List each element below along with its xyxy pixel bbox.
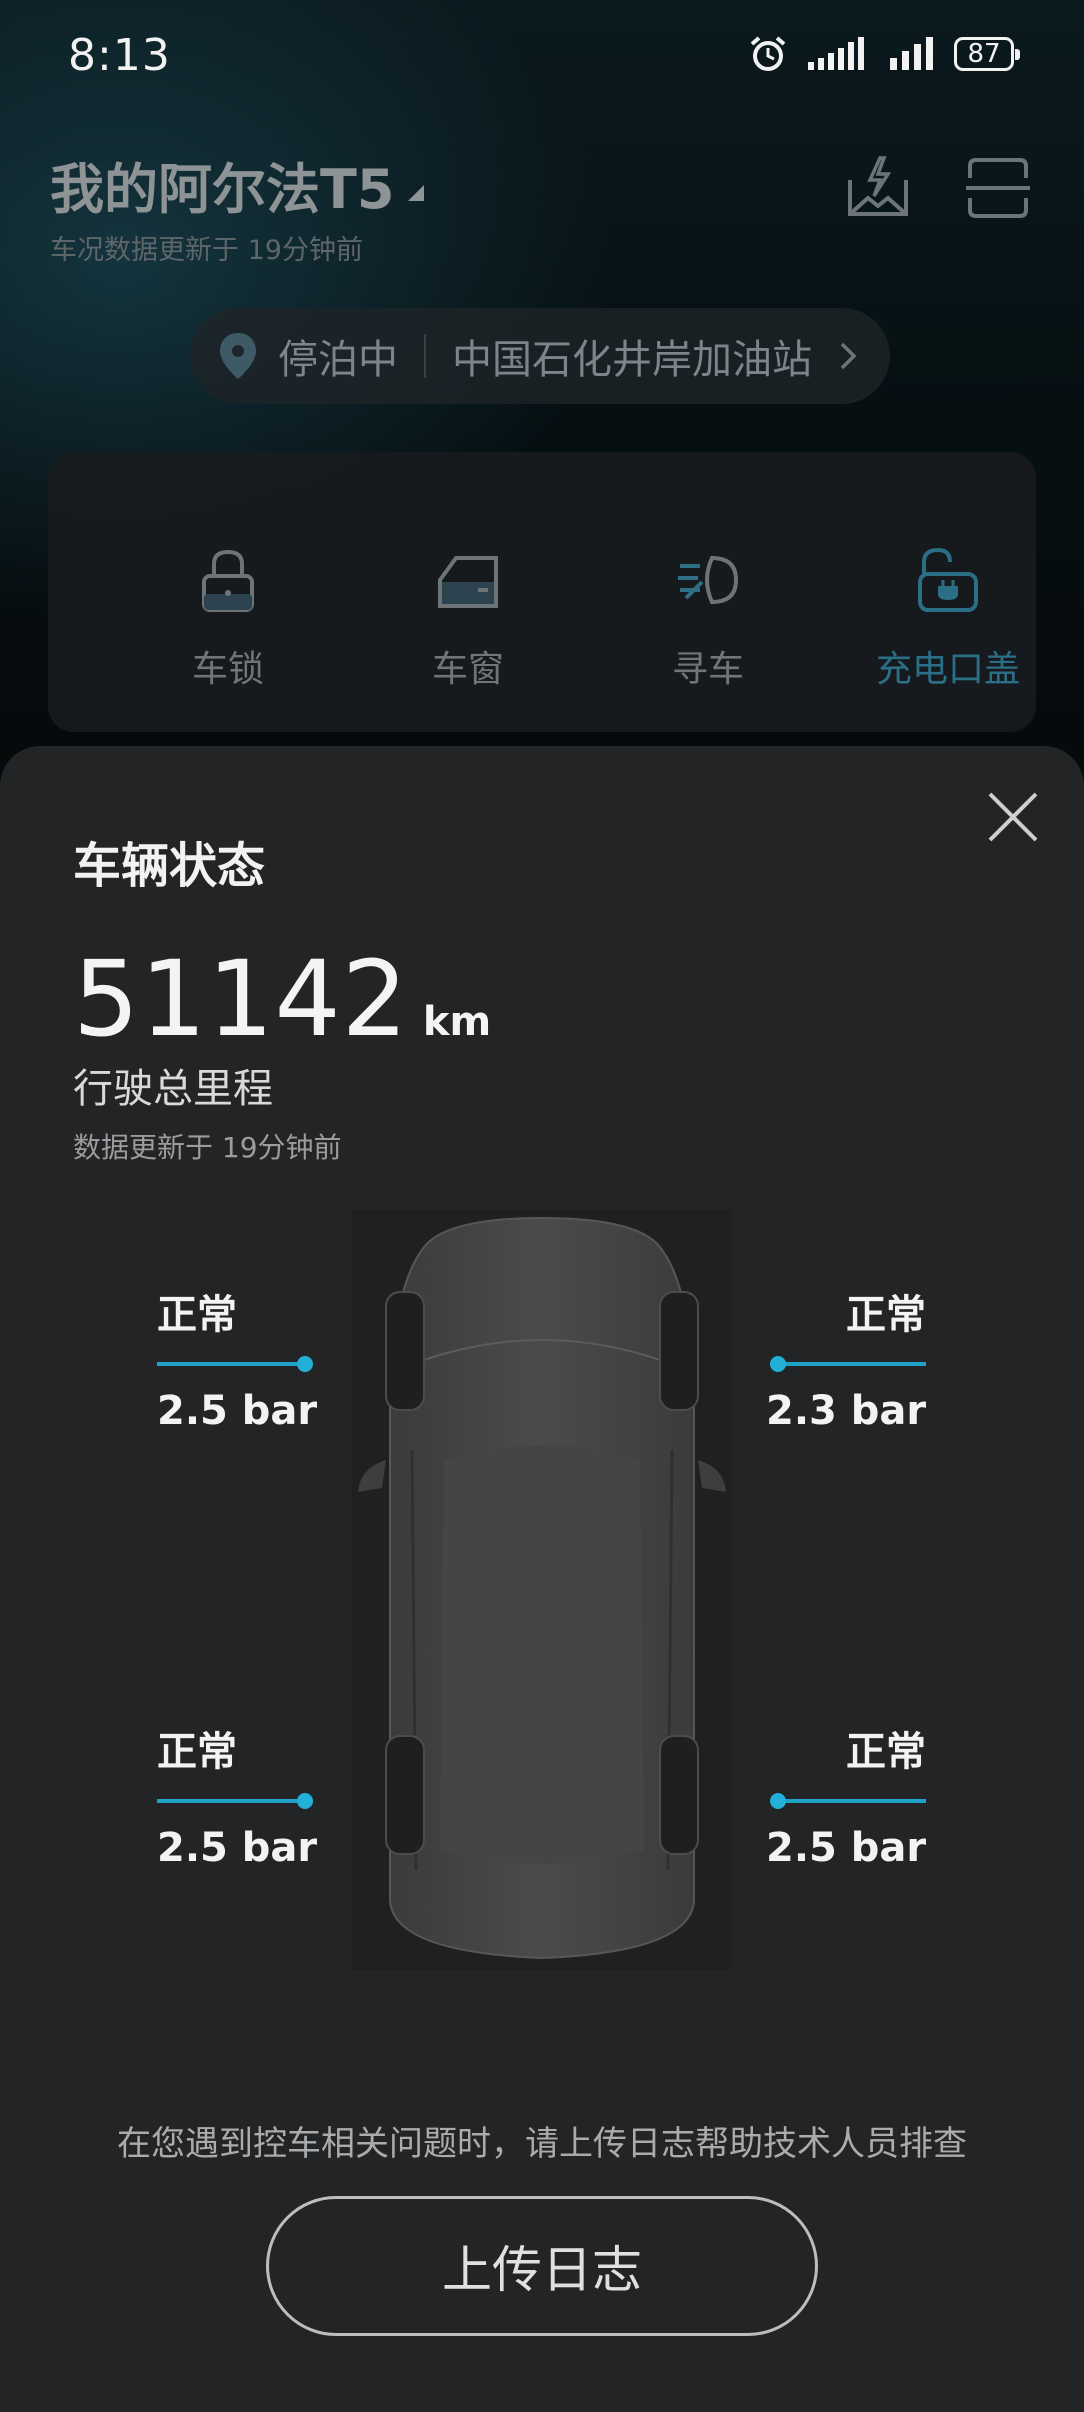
odometer: 51142 km [73, 938, 491, 1060]
odometer-value: 51142 [73, 938, 409, 1060]
control-window[interactable]: 车窗 [368, 544, 568, 692]
lock-icon [202, 549, 254, 612]
upload-hint: 在您遇到控车相关问题时，请上传日志帮助技术人员排查 [117, 2124, 967, 2164]
tire-indicator-line [157, 1356, 313, 1372]
tire-indicator-dot [770, 1356, 786, 1372]
status-data-updated: 数据更新于 19分钟前 [73, 1131, 342, 1164]
odometer-unit: km [422, 999, 492, 1045]
tire-rear-right: 正常 2.5 bar [766, 1719, 926, 1871]
tire-status: 正常 [846, 1729, 926, 1775]
control-find-car[interactable]: 寻车 [608, 544, 808, 692]
tire-front-left: 正常 2.5 bar [157, 1282, 317, 1434]
tire-indicator-dot [297, 1356, 313, 1372]
alarm-icon [750, 36, 786, 71]
control-label: 车锁 [191, 649, 264, 690]
charging-station-icon [848, 156, 908, 216]
control-charge-port[interactable]: 充电口盖 [848, 544, 1048, 692]
sheet-title: 车辆状态 [73, 838, 266, 894]
vehicle-name: 我的阿尔法T5 [50, 158, 395, 221]
tire-pressure: 2.5 bar [157, 1388, 318, 1434]
charge-port-icon [918, 547, 978, 612]
location-pill[interactable]: 停泊中 中国石化井岸加油站 [190, 308, 890, 404]
tire-indicator-dot [297, 1793, 313, 1809]
headlight-icon [678, 555, 739, 605]
vehicle-data-updated: 车况数据更新于 19分钟前 [50, 235, 363, 266]
chevron-right-icon [840, 342, 857, 370]
status-icons: 87 [748, 32, 1020, 76]
car-window-icon [438, 556, 498, 608]
scan-button[interactable] [960, 150, 1036, 226]
dropdown-icon [408, 185, 425, 202]
tire-status: 正常 [157, 1292, 237, 1338]
tire-pressure: 2.3 bar [766, 1388, 927, 1434]
tire-pressure: 2.5 bar [766, 1825, 927, 1871]
tire-indicator-dot [770, 1793, 786, 1809]
upload-log-button[interactable]: 上传日志 [266, 2196, 818, 2336]
vehicle-status-sheet: 车辆状态 51142 km 行驶总里程 数据更新于 19分钟前 正常 2.5 b… [0, 746, 1084, 2412]
tire-indicator-line [770, 1793, 926, 1809]
tire-rear-left: 正常 2.5 bar [157, 1719, 317, 1871]
tire-status: 正常 [846, 1292, 926, 1338]
tire-indicator-line [157, 1793, 313, 1809]
control-label: 车窗 [431, 649, 504, 690]
vehicle-controls-card: 车锁 车窗 寻车 充电口盖 [48, 452, 1036, 732]
location-name: 中国石化井岸加油站 [452, 337, 812, 383]
status-bar: 8:13 87 [0, 0, 1084, 110]
vehicle-selector[interactable]: 我的阿尔法T5 [50, 145, 425, 224]
car-illustration [358, 1216, 726, 1960]
status-time: 8:13 [68, 30, 171, 81]
location-pin-icon [220, 333, 256, 379]
signal-icon [890, 37, 933, 70]
tire-pressure: 2.5 bar [157, 1825, 318, 1871]
scan-icon [966, 158, 1030, 218]
parking-status: 停泊中 [278, 337, 398, 383]
tire-status: 正常 [157, 1729, 237, 1775]
tire-indicator-line [770, 1356, 926, 1372]
signal-icon [808, 37, 864, 70]
control-lock[interactable]: 车锁 [128, 544, 328, 692]
control-label: 充电口盖 [875, 649, 1020, 690]
tire-front-right: 正常 2.3 bar [766, 1282, 926, 1434]
odometer-label: 行驶总里程 [73, 1066, 273, 1112]
charging-station-button[interactable] [840, 150, 916, 226]
control-label: 寻车 [671, 649, 744, 690]
close-icon[interactable] [984, 788, 1042, 846]
car-top-view [352, 1210, 732, 1970]
battery-indicator: 87 [954, 37, 1020, 71]
divider [424, 334, 426, 378]
